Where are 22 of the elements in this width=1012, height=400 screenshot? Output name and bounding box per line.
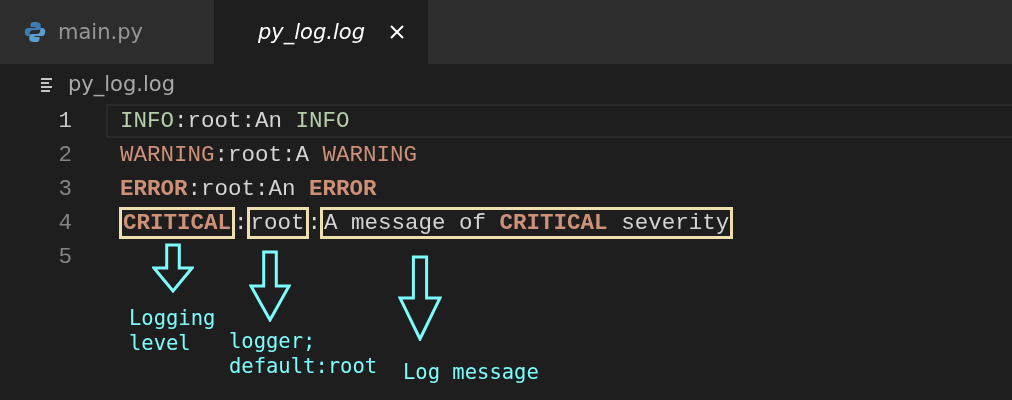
code-line: WARNING:root:A WARNING <box>119 141 419 170</box>
down-arrow <box>152 243 194 293</box>
code-line: INFO:root:An INFO <box>106 104 1012 138</box>
annotation-label: Log message <box>403 360 539 385</box>
editor-tab[interactable]: py_log.log <box>214 0 428 64</box>
code-line: ERROR:root:An ERROR <box>119 175 378 204</box>
line-number: 2 <box>57 142 73 168</box>
line-number: 1 <box>57 108 73 134</box>
code-text: : <box>234 210 248 236</box>
python-icon <box>24 21 46 43</box>
breadcrumb-item[interactable]: py_log.log <box>68 72 175 96</box>
highlight-box: root <box>246 207 309 239</box>
highlight-box: A message of CRITICAL severity <box>320 207 734 239</box>
line-number: 4 <box>57 210 73 236</box>
annotation-label: Logging level <box>129 306 216 356</box>
highlight-box: CRITICAL <box>119 207 236 239</box>
down-arrow <box>249 250 291 322</box>
code-text: : <box>307 210 322 236</box>
line-number: 3 <box>57 176 73 202</box>
line-number: 5 <box>57 244 73 270</box>
close-icon[interactable] <box>388 24 405 40</box>
annotation-label: logger; default:root <box>229 329 378 379</box>
